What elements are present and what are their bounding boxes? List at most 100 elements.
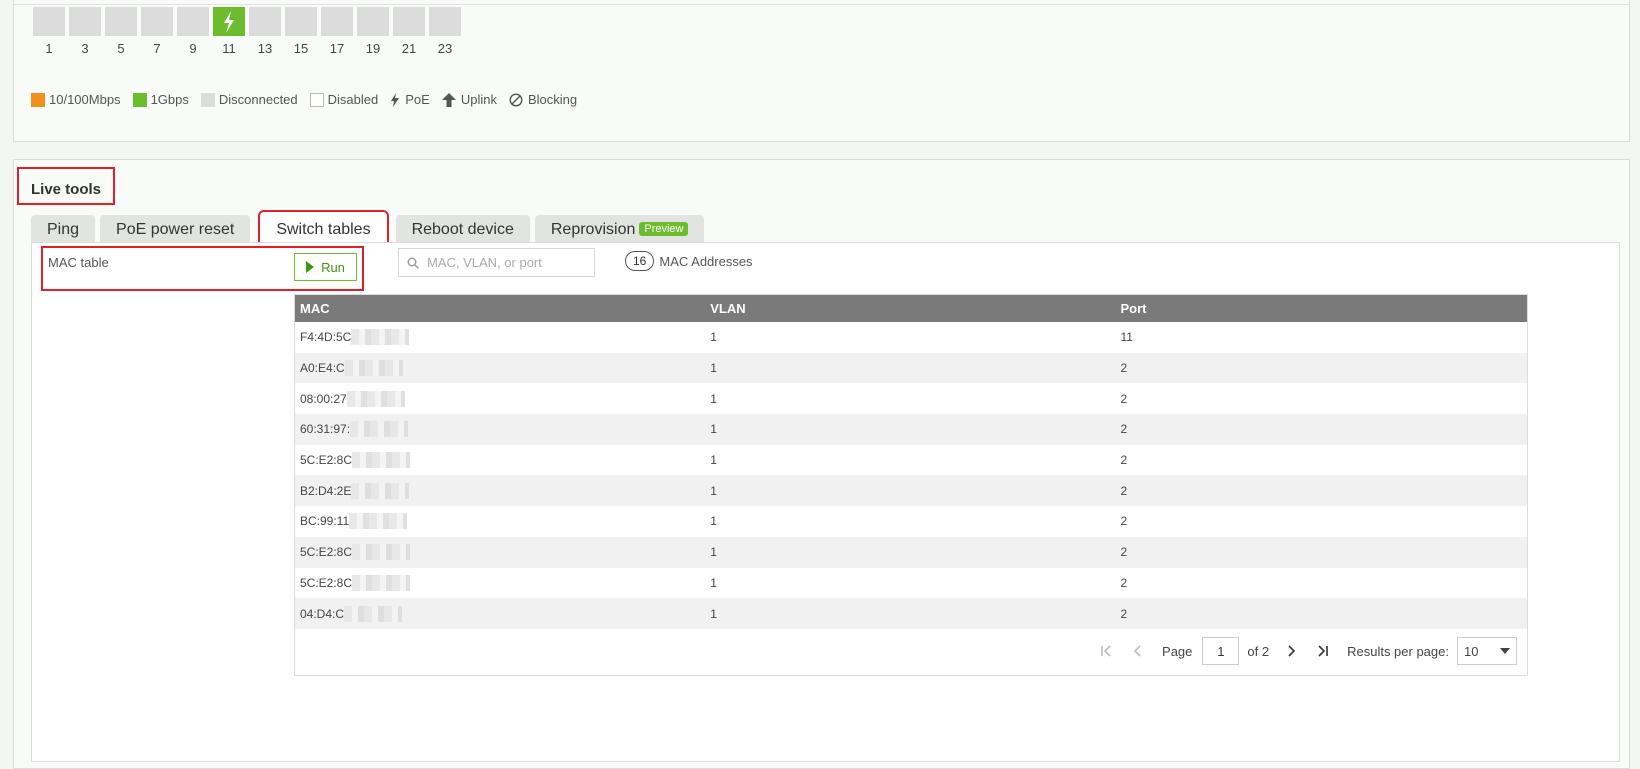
prev-page-icon[interactable] — [1130, 643, 1146, 659]
preview-badge: Preview — [639, 222, 689, 236]
vlan-cell: 1 — [705, 352, 1116, 384]
redacted-mask — [344, 360, 403, 377]
port-cell: 2 — [1120, 391, 1128, 406]
tab-reprovision[interactable]: Reprovision Preview — [534, 215, 705, 245]
vlan-cell: 1 — [705, 414, 1116, 445]
port-3[interactable]: 3 — [67, 7, 103, 56]
mac-cell: 5C:E2:8C — [300, 545, 353, 560]
legend-item-10-100: 10/100Mbps — [31, 92, 121, 107]
results-per-page-select[interactable]: 10 — [1457, 637, 1517, 665]
port-23[interactable]: 23 — [427, 7, 463, 56]
search-icon — [407, 257, 419, 269]
gray-swatch-icon — [200, 92, 215, 107]
port-cell: 2 — [1115, 598, 1527, 629]
vlan-cell: 1 — [710, 453, 717, 468]
mac-cell: 5C:E2:8C — [300, 453, 353, 468]
mac-search-box[interactable] — [398, 248, 595, 277]
redacted-mask — [350, 421, 409, 438]
mac-cell: 08:00:27 — [300, 391, 347, 406]
column-header-vlan[interactable]: VLAN — [705, 295, 1116, 322]
port-1[interactable]: 1 — [31, 7, 67, 56]
run-button[interactable]: Run — [294, 253, 357, 281]
redacted-mask — [351, 482, 410, 499]
port-number: 9 — [189, 41, 197, 56]
port-list: 1 3 5 7 9 11 13 15 17 19 21 23 — [31, 7, 463, 56]
table-row: F4:4D:5C 1 11 — [295, 322, 1527, 353]
tab-poe-power-reset[interactable]: PoE power reset — [100, 215, 251, 245]
redacted-mask — [351, 329, 410, 346]
tab-reboot-device[interactable]: Reboot device — [395, 215, 530, 245]
vlan-cell: 1 — [705, 475, 1116, 507]
port-13[interactable]: 13 — [247, 7, 283, 56]
mac-search-input[interactable] — [425, 254, 585, 271]
mac-cell: 60:31:97: — [300, 422, 351, 437]
table-row: 5C:E2:8C 1 2 — [295, 568, 1527, 599]
port-number: 17 — [329, 41, 345, 56]
port-number: 19 — [365, 41, 381, 56]
page-label: Page — [1162, 643, 1193, 659]
next-page-icon[interactable] — [1283, 643, 1299, 659]
mac-table: MAC VLAN Port F4:4D:5C 1 11 A0:E4:C 1 2 … — [294, 294, 1528, 676]
table-row: 08:00:27 1 2 — [295, 383, 1527, 414]
poe-bolt-icon — [391, 92, 400, 107]
vlan-cell: 1 — [710, 575, 717, 590]
column-header-port[interactable]: Port — [1115, 295, 1527, 322]
last-page-icon[interactable] — [1315, 643, 1331, 659]
legend-item-poe: PoE — [390, 92, 430, 107]
live-tools-panel: Live tools Ping PoE power reset Switch t… — [13, 159, 1630, 769]
port-map-panel: 1 3 5 7 9 11 13 15 17 19 21 23 10/100Mbp… — [13, 0, 1630, 142]
port-5[interactable]: 5 — [103, 7, 139, 56]
poe-bolt-icon — [224, 10, 234, 33]
uplink-arrow-icon — [441, 92, 456, 107]
mac-address-count: 16 MAC Addresses — [625, 251, 753, 271]
port-cell: 2 — [1115, 352, 1527, 384]
mac-cell: B2:D4:2E — [300, 483, 352, 498]
page-number-input[interactable] — [1202, 637, 1240, 665]
mac-cell: A0:E4:C — [300, 361, 345, 376]
first-page-icon[interactable] — [1098, 643, 1114, 659]
port-cell: 2 — [1115, 475, 1527, 507]
table-row: BC:99:11 1 2 — [295, 506, 1527, 537]
port-number: 1 — [45, 41, 53, 56]
port-legend: 10/100Mbps 1Gbps Disconnected Disabled P… — [31, 92, 589, 107]
mac-cell: 5C:E2:8C — [300, 575, 353, 590]
port-number: 21 — [401, 41, 417, 56]
vlan-cell: 1 — [710, 330, 717, 345]
port-19[interactable]: 19 — [355, 7, 391, 56]
port-21[interactable]: 21 — [391, 7, 427, 56]
mac-cell: BC:99:11 — [300, 514, 350, 529]
count-badge: 16 — [625, 251, 655, 271]
port-7[interactable]: 7 — [139, 7, 175, 56]
redacted-mask — [346, 390, 405, 407]
port-number: 7 — [153, 41, 161, 56]
chevron-down-icon — [1500, 648, 1510, 654]
vlan-cell: 1 — [705, 536, 1116, 568]
port-17[interactable]: 17 — [319, 7, 355, 56]
legend-item-disabled: Disabled — [309, 92, 378, 107]
results-per-page-value: 10 — [1464, 643, 1479, 659]
table-row: 5C:E2:8C 1 2 — [295, 445, 1527, 476]
tab-ping[interactable]: Ping — [31, 215, 96, 245]
redacted-mask — [349, 513, 408, 530]
mac-table-section: MAC table Run — [41, 246, 364, 291]
redacted-mask — [352, 574, 411, 591]
port-number: 15 — [293, 41, 309, 56]
vlan-cell: 1 — [705, 598, 1116, 629]
table-row: A0:E4:C 1 2 — [295, 352, 1527, 384]
port-cell: 2 — [1120, 453, 1128, 468]
port-cell: 2 — [1115, 536, 1527, 568]
redacted-mask — [352, 544, 411, 561]
port-11[interactable]: 11 — [211, 7, 247, 56]
mac-cell: 04:D4:C — [300, 606, 345, 621]
tab-switch-tables[interactable]: Switch tables — [258, 210, 389, 247]
table-row: 5C:E2:8C 1 2 — [295, 536, 1527, 568]
column-header-mac[interactable]: MAC — [295, 295, 706, 322]
vlan-cell: 1 — [710, 391, 717, 406]
divider — [14, 4, 1629, 5]
port-number: 11 — [222, 41, 236, 56]
port-number: 13 — [257, 41, 273, 56]
table-row: B2:D4:2E 1 2 — [295, 475, 1527, 507]
white-swatch-icon — [309, 92, 324, 107]
port-9[interactable]: 9 — [175, 7, 211, 56]
port-15[interactable]: 15 — [283, 7, 319, 56]
